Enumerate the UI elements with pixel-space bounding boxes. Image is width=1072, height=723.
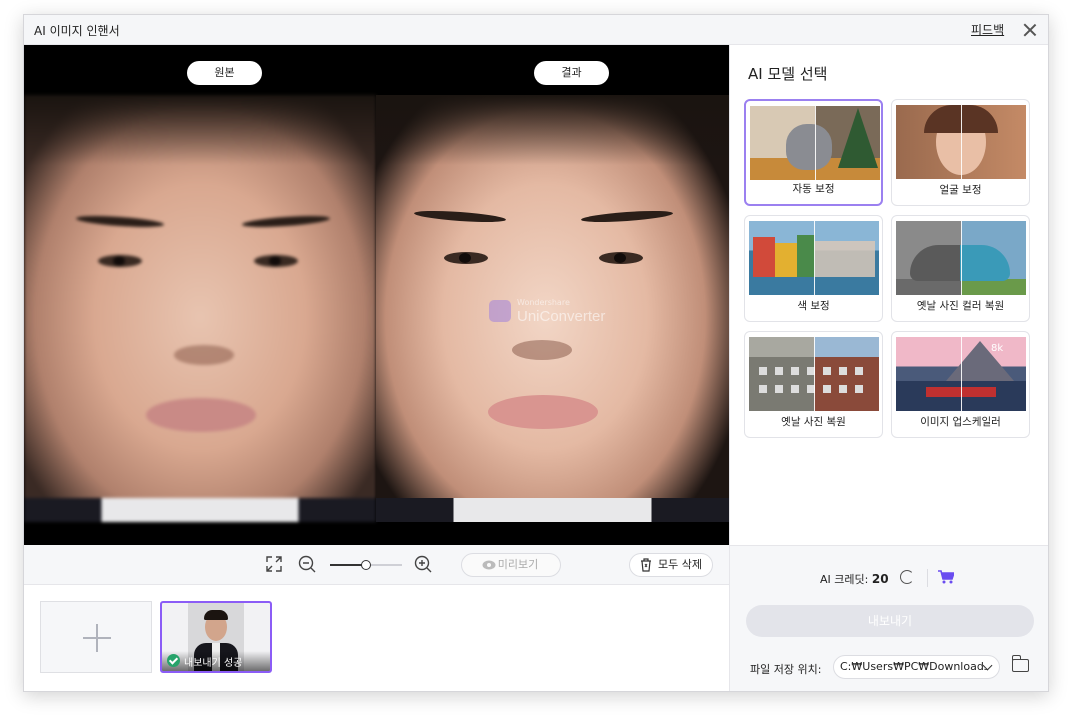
old-photo-restore-preview	[749, 337, 879, 411]
model-label: 자동 보정	[792, 183, 835, 195]
image-upscaler-preview: 8k	[896, 337, 1026, 411]
thumbnail-strip: 내보내기 성공	[24, 585, 729, 691]
ai-credit-label: AI 크레딧:	[820, 573, 869, 586]
zoom-slider-knob[interactable]	[361, 560, 371, 570]
divider	[927, 569, 928, 587]
face-enhance-preview	[896, 105, 1026, 179]
model-card-image-upscaler[interactable]: 8k 이미지 업스케일러	[891, 331, 1030, 438]
title-bar: AI 이미지 인핸서 피드백	[24, 15, 1048, 45]
model-label: 색 보정	[797, 300, 830, 312]
save-location-label: 파일 저장 위치:	[750, 663, 822, 676]
model-card-old-photo-colorize[interactable]: 옛날 사진 컬러 복원	[891, 215, 1030, 322]
close-icon[interactable]	[1020, 20, 1040, 40]
zoom-in-icon[interactable]	[413, 554, 433, 574]
feedback-link[interactable]: 피드백	[971, 21, 1004, 38]
zoom-slider[interactable]	[330, 560, 402, 570]
window-title: AI 이미지 인핸서	[34, 24, 120, 38]
model-card-color-correction[interactable]: 색 보정	[744, 215, 883, 322]
export-status-text: 내보내기 성공	[184, 658, 243, 669]
color-correction-preview	[749, 221, 879, 295]
watermark-product: UniConverter	[517, 308, 606, 325]
model-card-auto-enhance[interactable]: 자동 보정	[744, 99, 883, 206]
result-label: 결과	[534, 61, 609, 85]
success-check-icon	[167, 654, 180, 667]
cart-icon[interactable]	[938, 570, 954, 584]
original-image	[24, 95, 376, 522]
uniconverter-logo-icon	[489, 300, 511, 322]
export-button[interactable]: 내보내기	[746, 605, 1034, 637]
delete-all-label: 모두 삭제	[658, 558, 702, 571]
save-path-value: C:₩Users₩PC₩Downloads	[840, 660, 990, 673]
comparison-preview: 원본 결과 Wondershare UniConverter	[24, 45, 729, 545]
save-path-select[interactable]: C:₩Users₩PC₩Downloads	[833, 655, 1000, 679]
model-label: 이미지 업스케일러	[920, 416, 1001, 428]
preview-button[interactable]: 미리보기	[461, 553, 561, 577]
original-label: 원본	[187, 61, 262, 85]
watermark-brand: Wondershare	[517, 298, 570, 307]
add-image-button[interactable]	[40, 601, 152, 673]
model-label: 얼굴 보정	[939, 184, 982, 196]
model-label: 옛날 사진 복원	[781, 416, 846, 428]
image-thumbnail[interactable]: 내보내기 성공	[160, 601, 272, 673]
preview-toolbar: 미리보기 모두 삭제	[24, 545, 729, 585]
model-card-old-photo-restore[interactable]: 옛날 사진 복원	[744, 331, 883, 438]
app-window: AI 이미지 인핸서 피드백 원본 결과 Wondershare UniConv…	[23, 14, 1049, 692]
preview-button-label: 미리보기	[497, 558, 539, 571]
trash-icon	[641, 558, 651, 572]
thumbnail-status-bar: 내보내기 성공	[162, 651, 270, 671]
ai-credit-value: 20	[871, 572, 889, 586]
folder-icon[interactable]	[1011, 655, 1029, 672]
zoom-out-icon[interactable]	[297, 554, 317, 574]
eye-icon	[482, 560, 496, 570]
delete-all-button[interactable]: 모두 삭제	[629, 553, 713, 577]
old-photo-colorize-preview	[896, 221, 1026, 295]
model-label: 옛날 사진 컬러 복원	[916, 300, 1005, 312]
ai-credit: AI 크레딧: 20	[820, 571, 889, 587]
panel-title: AI 모델 선택	[748, 65, 828, 83]
export-panel: AI 크레딧: 20 내보내기 파일 저장 위치: C:₩Users₩PC₩Do…	[730, 545, 1048, 691]
ai-model-panel: AI 모델 선택 자동 보정 얼굴 보정 색 보정 옛날 사진 컬러 복원 옛날…	[729, 45, 1048, 691]
fit-screen-icon[interactable]	[264, 554, 284, 574]
model-card-face-enhance[interactable]: 얼굴 보정	[891, 99, 1030, 206]
refresh-icon[interactable]	[900, 570, 914, 584]
auto-enhance-preview	[750, 106, 880, 180]
upscale-badge: 8k	[991, 343, 1004, 354]
